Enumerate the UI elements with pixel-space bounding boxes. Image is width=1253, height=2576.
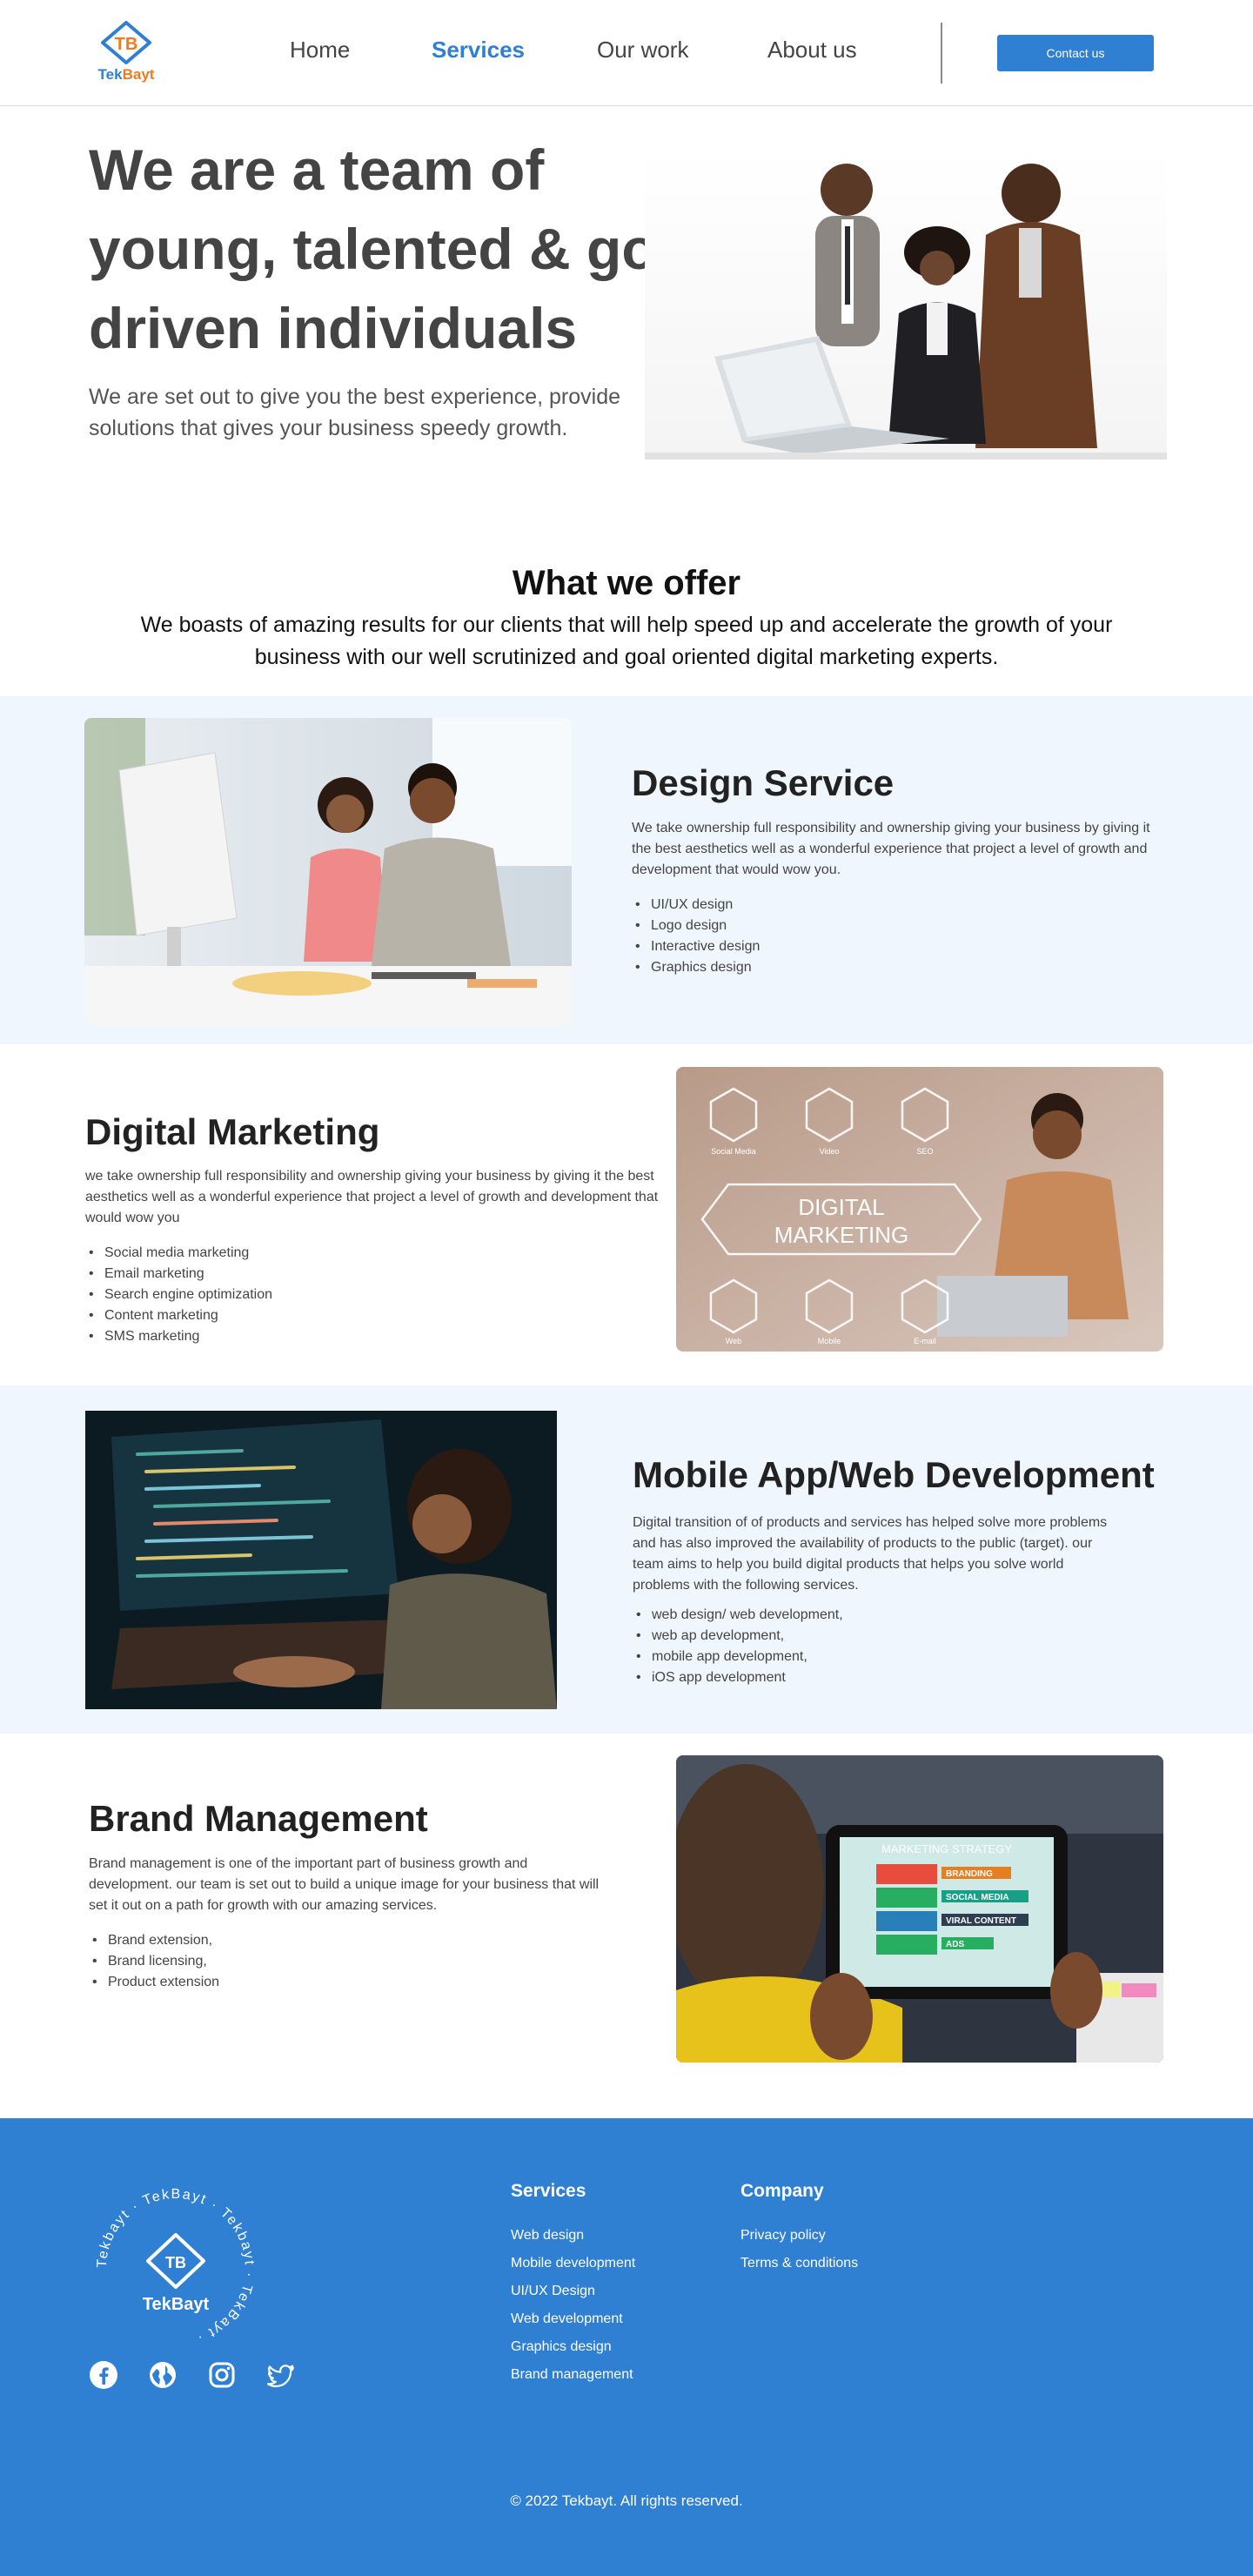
development-list: web design/ web development, web ap deve… xyxy=(633,1605,843,1688)
offer-subtitle: We boasts of amazing results for our cli… xyxy=(140,613,1113,669)
brand-logo[interactable]: TB TekBayt xyxy=(96,19,157,87)
dm-tile-label: SEO xyxy=(916,1147,933,1156)
hero-subtitle: We are set out to give you the best expe… xyxy=(89,385,621,440)
list-item: UI/UX design xyxy=(632,895,760,916)
list-item: Social media marketing xyxy=(85,1243,272,1264)
contact-us-button[interactable]: Contact us xyxy=(997,35,1154,71)
design-service-image xyxy=(84,718,572,1025)
brand-management-list: Brand extension, Brand licensing, Produc… xyxy=(89,1930,219,1993)
twitter-icon[interactable] xyxy=(266,2360,296,2390)
list-item: mobile app development, xyxy=(633,1647,843,1667)
copyright-text: © 2022 Tekbayt. All rights reserved. xyxy=(510,2492,743,2509)
nav-home[interactable]: Home xyxy=(290,37,350,64)
footer-link-web-design[interactable]: Web design xyxy=(511,2228,584,2244)
list-item: Logo design xyxy=(632,916,760,936)
dm-tile-label: E-mail xyxy=(914,1337,936,1345)
digital-marketing-image: DIGITAL MARKETING Social Media Video SEO… xyxy=(676,1067,1163,1352)
list-item: Product extension xyxy=(89,1972,219,1993)
footer-services-title: Services xyxy=(511,2181,586,2201)
dm-tile-label: Video xyxy=(820,1147,840,1156)
tablet-screen-title: MARKETING STRATEGY xyxy=(881,1842,1012,1855)
offer-title: What we offer xyxy=(512,564,741,602)
development-title: Mobile App/Web Development xyxy=(633,1454,1155,1495)
tablet-row-label: ADS xyxy=(946,1940,964,1949)
footer-link-terms-conditions[interactable]: Terms & conditions xyxy=(740,2256,858,2271)
development-image xyxy=(85,1411,557,1709)
site-header: TB TekBayt Home Services Our work About … xyxy=(0,0,1253,106)
footer-brand-badge[interactable]: Tekbayt · TekBayt · Tekbayt · TekBayt · … xyxy=(89,2181,263,2355)
footer-company-title: Company xyxy=(740,2181,824,2201)
brand-management-title: Brand Management xyxy=(89,1798,428,1839)
tablet-row-label: VIRAL CONTENT xyxy=(946,1916,1016,1926)
digital-marketing-title: Digital Marketing xyxy=(85,1111,380,1152)
nav-divider xyxy=(941,23,942,84)
tablet-row-label: BRANDING xyxy=(946,1869,993,1879)
design-service-title: Design Service xyxy=(632,762,895,803)
nav-about-us[interactable]: About us xyxy=(767,37,857,64)
globe-icon[interactable] xyxy=(148,2360,178,2390)
logo-mark-icon: TB xyxy=(101,21,151,64)
list-item: Graphics design xyxy=(632,957,760,978)
development-description: Digital transition of of products and se… xyxy=(633,1515,1108,1593)
instagram-icon[interactable] xyxy=(207,2360,237,2390)
list-item: SMS marketing xyxy=(85,1326,272,1347)
badge-wordmark: TekBayt xyxy=(143,2295,210,2314)
dm-tile-label: Mobile xyxy=(818,1337,841,1345)
list-item: web ap development, xyxy=(633,1626,843,1647)
hero-team-image xyxy=(645,148,1167,460)
footer-link-ui-ux-design[interactable]: UI/UX Design xyxy=(511,2284,595,2299)
facebook-icon[interactable] xyxy=(89,2360,118,2390)
logo-monogram: TB xyxy=(115,35,138,54)
digital-marketing-list: Social media marketing Email marketing S… xyxy=(85,1243,272,1347)
logo-wordmark: TekBayt xyxy=(97,66,155,83)
design-service-list: UI/UX design Logo design Interactive des… xyxy=(632,895,760,978)
list-item: Brand licensing, xyxy=(89,1951,219,1972)
footer-link-mobile-development[interactable]: Mobile development xyxy=(511,2256,635,2271)
list-item: Content marketing xyxy=(85,1305,272,1326)
brand-management-description: Brand management is one of the important… xyxy=(89,1856,600,1913)
dm-tile-label: Web xyxy=(726,1337,741,1345)
tablet-row-label: SOCIAL MEDIA xyxy=(946,1893,1009,1902)
list-item: web design/ web development, xyxy=(633,1605,843,1626)
badge-monogram: TB xyxy=(165,2254,186,2271)
design-service-description: We take ownership full responsibility an… xyxy=(632,821,1150,877)
dm-tile-label: Social Media xyxy=(711,1147,756,1156)
list-item: iOS app development xyxy=(633,1667,843,1688)
footer-link-graphics-design[interactable]: Graphics design xyxy=(511,2339,612,2355)
footer-link-brand-management[interactable]: Brand management xyxy=(511,2367,633,2383)
nav-services[interactable]: Services xyxy=(432,37,525,64)
brand-management-image: MARKETING STRATEGY BRANDING SOCIAL MEDIA… xyxy=(676,1755,1163,2063)
list-item: Search engine optimization xyxy=(85,1285,272,1305)
dm-center-line1: DIGITAL xyxy=(798,1194,884,1220)
footer-link-privacy-policy[interactable]: Privacy policy xyxy=(740,2228,826,2244)
dm-center-line2: MARKETING xyxy=(774,1222,909,1248)
list-item: Email marketing xyxy=(85,1264,272,1285)
footer-link-web-development[interactable]: Web development xyxy=(511,2311,623,2327)
nav-our-work[interactable]: Our work xyxy=(597,37,688,64)
digital-marketing-description: we take ownership full responsibility an… xyxy=(85,1169,659,1225)
site-footer: Tekbayt · TekBayt · Tekbayt · TekBayt · … xyxy=(0,2118,1253,2576)
list-item: Interactive design xyxy=(632,936,760,957)
hero-title: We are a team of young, talented & goal … xyxy=(89,138,705,360)
list-item: Brand extension, xyxy=(89,1930,219,1951)
